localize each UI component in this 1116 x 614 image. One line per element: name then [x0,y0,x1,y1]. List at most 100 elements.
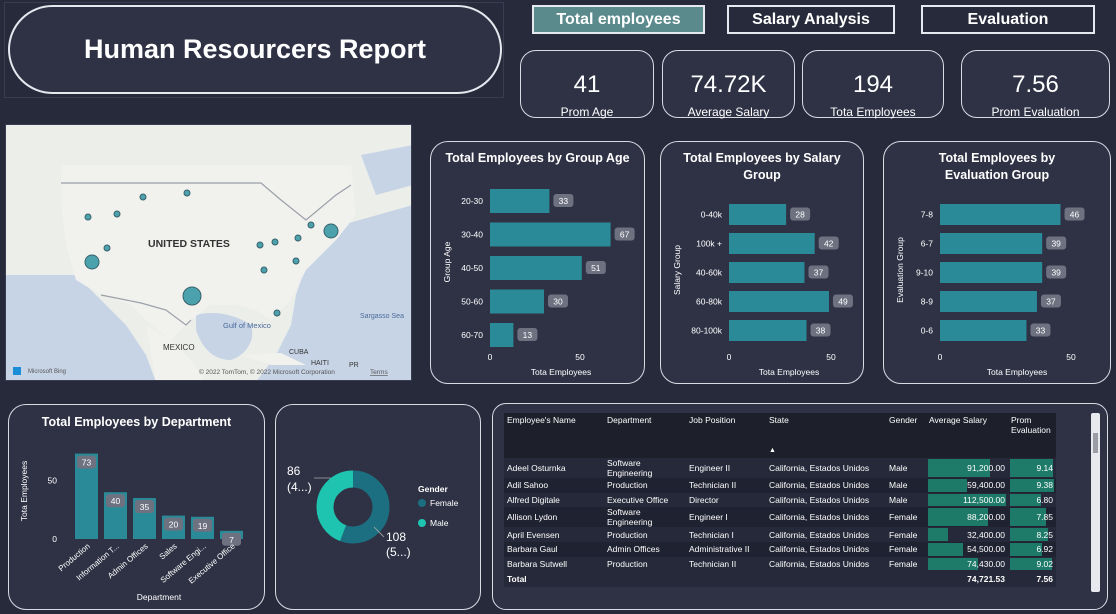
column-header-state[interactable]: State ▲ [766,413,886,458]
x-tick-label: 0 [938,352,943,362]
data-label: 39 [1051,268,1061,278]
map-bubble [139,193,147,201]
legend-label: Female [430,498,459,508]
category-label: 0-40k [701,210,723,220]
map-bubble [84,213,92,221]
bar [729,204,787,225]
bar [729,320,807,341]
chart-plot: Evaluation Group 7-8 46 6-7 39 9-10 39 8-9 37 0-6… [895,204,1085,377]
employee-map[interactable]: UNITED STATES MEXICO CUBA HAITI PR Gulf … [5,124,412,381]
bar [490,189,550,213]
table-row[interactable]: Alfred Digitale Executive Office Director C… [504,492,1056,508]
map-label-sargasso: Sargasso Sea [360,313,404,320]
table-row[interactable]: Barbara Sutwell Production Technician II Ca… [504,556,1056,572]
kpi-prom-evaluation: 7.56 Prom Evaluation [961,50,1110,119]
table-header-row: Employee's Name Department Job Position … [504,413,1056,458]
table-cell: Male [886,478,926,493]
table-cell: 6.92 [1008,542,1056,557]
category-label: 30-40 [461,230,483,240]
data-label: 40 [111,496,121,506]
table-cell: 9.14 [1008,458,1056,478]
tab-evaluation[interactable]: Evaluation [921,5,1095,34]
table-cell: Production [604,527,686,543]
table-scrollbar-thumb[interactable] [1093,433,1098,453]
map-label-mexico: MEXICO [163,343,195,352]
chart-group-age: Total Employees by Group Age Group Age 20… [430,141,645,384]
data-label: 30 [553,297,563,307]
data-bar [928,528,948,542]
column-header-average-salary[interactable]: Average Salary [926,413,1008,458]
tab-total-employees[interactable]: Total employees [532,5,705,34]
chart-gender: 108 (5...) 86 (4...) Gender Female Male [275,404,481,610]
x-tick-label: 50 [575,352,585,362]
category-label: 7-8 [921,210,934,220]
table-row[interactable]: Adeel Osturnka Software Engineering Engine… [504,458,1056,478]
table-cell: California, Estados Unidos [766,458,886,478]
cell-value: 88,200.00 [967,512,1005,523]
table-cell: 91,200.00 [926,458,1008,478]
table-scrollbar[interactable] [1091,413,1100,592]
map-country-label: UNITED STATES [148,238,230,250]
y-tick-label: 0 [52,534,57,544]
table-cell: Executive Office [604,492,686,508]
data-label: 35 [140,502,150,512]
map-bubble [113,210,121,218]
table-cell: Administrative II [686,542,766,557]
table-cell: 7.85 [1008,507,1056,528]
kpi-average-salary: 74.72K Average Salary [662,50,795,119]
table-cell: Female [886,507,926,528]
category-label: Sales [158,542,179,562]
map-bubble [271,238,279,246]
employee-table-card: Employee's Name Department Job Position … [492,403,1108,610]
x-axis-label: Tota Employees [531,367,591,377]
category-label: 60-80k [696,297,723,307]
table-row[interactable]: Allison Lydon Software Engineering Enginee… [504,507,1056,528]
map-terms-link: Terms [370,369,388,376]
bar [490,289,544,314]
employee-table-viewport[interactable]: Employee's Name Department Job Position … [504,413,1084,603]
legend-marker [418,499,426,507]
cell-value: 54,500.00 [967,544,1005,555]
kpi-label: Tota Employees [830,105,916,119]
legend-title: Gender [418,484,448,494]
category-label: 9-10 [916,268,933,278]
total-label: Total [504,571,604,588]
table-row[interactable]: Barbara Gaul Admin Offices Administrative … [504,542,1056,557]
table-cell: 112,500.00 [926,492,1008,508]
column-header-prom-evaluation[interactable]: Prom Evaluation [1008,413,1056,458]
tab-salary-analysis[interactable]: Salary Analysis [727,5,895,34]
kpi-value: 194 [852,71,894,98]
table-row[interactable]: Adil Sahoo Production Technician II Califor… [504,478,1056,493]
data-label: 49 [838,297,848,307]
column-header-department[interactable]: Department [604,413,686,458]
category-label: 0-6 [921,326,934,336]
chart-plot: 108(5...) 86 (4...) Gender Female Male [287,464,459,559]
column-header-job-position[interactable]: Job Position [686,413,766,458]
column-header-gender[interactable]: Gender [886,413,926,458]
cell-value: 9.38 [1036,480,1053,491]
table-cell: Technician I [686,527,766,543]
x-tick-label: 50 [826,352,836,362]
map-canvas: UNITED STATES MEXICO CUBA HAITI PR Gulf … [6,125,411,380]
category-label: 60-70 [461,330,483,340]
kpi-value: 41 [573,71,601,98]
bar [940,291,1037,312]
table-cell: 8.25 [1008,527,1056,543]
x-tick-label: 0 [727,352,732,362]
category-label: 40-50 [461,263,483,273]
table-cell: California, Estados Unidos [766,556,886,572]
data-label: 37 [814,268,824,278]
table-row[interactable]: April Evensen Production Technician I Calif… [504,527,1056,543]
column-header-state-label: State [769,415,789,425]
total-salary: 74,721.53 [926,571,1008,588]
map-label-haiti: HAITI [311,360,329,367]
bar [729,233,815,254]
cell-value: 91,200.00 [967,463,1005,473]
data-label: 46 [1070,210,1080,220]
data-label: 39 [1051,239,1061,249]
table-total-row: Total 74,721.53 7.56 [504,571,1056,588]
category-label: 8-9 [921,297,934,307]
column-header-name[interactable]: Employee's Name [504,413,604,458]
map-label-cuba: CUBA [289,349,309,356]
kpi-total-employees: 194 Tota Employees [802,50,944,119]
